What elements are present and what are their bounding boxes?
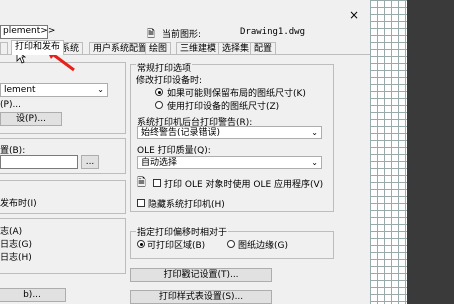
plotter-settings-button[interactable]: 设(P)...	[0, 112, 62, 126]
profile-label: plement>>	[3, 26, 56, 36]
left-bottom-button[interactable]: b)...	[0, 288, 66, 302]
current-drawing-value: Drawing1.dwg	[240, 27, 306, 37]
file-location-input[interactable]	[0, 155, 78, 169]
keep-layout-paper-radio[interactable]	[155, 88, 163, 96]
plot-style-table-settings-button[interactable]: 打印样式表设置(S)...	[130, 290, 272, 304]
chevron-down-icon: ⌄	[311, 158, 318, 167]
output-device-value: lement	[4, 85, 36, 95]
hide-printers-label: 隐藏系统打印机(H)	[148, 200, 225, 210]
ole-quality-select[interactable]: 自动选择 ⌄	[137, 156, 322, 169]
hide-printers-checkbox[interactable]	[137, 199, 145, 207]
paper-edge-radio[interactable]	[227, 240, 235, 248]
log-option-g[interactable]: 日志(G)	[0, 237, 32, 250]
spool-alert-select[interactable]: 始终警告(记录错误) ⌄	[137, 126, 322, 139]
ole-app-label: 打印 OLE 对象时使用 OLE 应用程序(V)	[164, 180, 324, 190]
ole-app-icon: 🗎	[137, 176, 146, 189]
printable-area-radio[interactable]	[137, 240, 145, 248]
plot-offset-title: 指定打印偏移时相对于	[136, 225, 229, 238]
browse-button[interactable]: ...	[81, 155, 99, 169]
ole-quality-value: 自动选择	[141, 158, 178, 168]
paper-edge-label: 图纸边缘(G)	[238, 241, 288, 251]
spool-alert-value: 始终警告(记录错误)	[141, 128, 221, 138]
close-icon[interactable]: ×	[349, 8, 359, 22]
chevron-down-icon: ⌄	[97, 85, 104, 94]
printable-area-label: 可打印区域(B)	[147, 241, 206, 251]
ole-quality-label: OLE 打印质量(Q):	[137, 146, 211, 156]
modify-device-label: 修改打印设备时:	[136, 76, 203, 86]
plot-stamp-settings-button[interactable]: 打印戳记设置(T)...	[130, 268, 272, 282]
profile-field[interactable]: plement>>	[0, 25, 55, 39]
use-device-paper-radio[interactable]	[155, 101, 163, 109]
add-plotter-label: (P)...	[0, 100, 22, 110]
ole-app-checkbox[interactable]	[153, 179, 161, 187]
output-device-select[interactable]: lement ⌄	[0, 83, 108, 97]
current-drawing-label: 当前图形:	[162, 30, 202, 40]
publish-background-label: 发布时(I)	[0, 199, 37, 209]
log-option-a[interactable]: 志(A)	[0, 224, 22, 237]
log-option-h[interactable]: 日志(H)	[0, 250, 32, 263]
chevron-down-icon: ⌄	[311, 128, 318, 137]
keep-layout-paper-label: 如果可能则保留布局的图纸尺寸(K)	[167, 89, 306, 99]
use-device-paper-label: 使用打印设备的图纸尺寸(Z)	[167, 102, 280, 112]
options-dialog: plement>> 🗎 当前图形: Drawing1.dwg × 打印和发布 系…	[0, 0, 370, 304]
tab-plot-publish[interactable]: 打印和发布	[11, 40, 65, 55]
